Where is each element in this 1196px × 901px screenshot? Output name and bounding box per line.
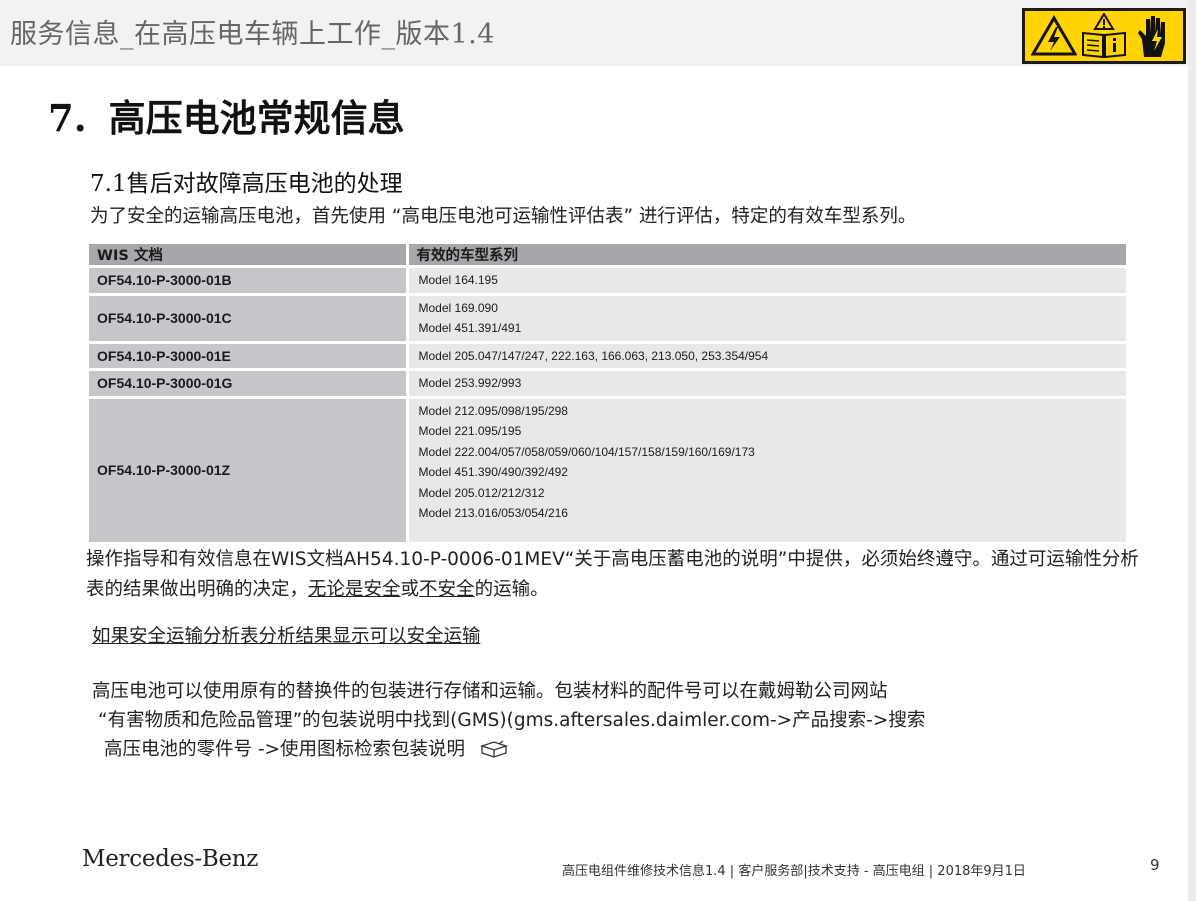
- header-models: 有效的车型系列: [405, 244, 1126, 268]
- subsection-title: 7.1售后对故障高压电池的处理: [90, 164, 403, 198]
- model-list: Model 169.090 Model 451.391/491: [405, 294, 1126, 344]
- page-edge: [1188, 0, 1196, 901]
- high-voltage-warning-icon: [1030, 13, 1078, 59]
- model-line: Model 205.047/147/247, 222.163, 166.063,…: [418, 348, 769, 363]
- safe-transport-heading: 如果安全运输分析表分析结果显示可以安全运输: [92, 626, 481, 647]
- note-safe-underlined: 无论是安全: [308, 579, 401, 600]
- model-line: Model 164.195: [418, 273, 498, 287]
- note-end: 的运输。: [474, 579, 549, 600]
- model-line: Model 253.992/993: [418, 376, 522, 390]
- wis-doc-id: OF54.10-P-3000-01E: [89, 342, 407, 371]
- model-line: Model 221.095/195: [418, 424, 522, 438]
- model-list: Model 253.992/993: [405, 369, 1126, 399]
- page-number: 9: [1150, 856, 1160, 874]
- header-wis-doc: WIS 文档: [89, 244, 407, 268]
- brand-logo-text: Mercedes-Benz: [82, 846, 259, 872]
- intro-text: 为了安全的运输高压电池，首先使用 “高电压电池可运输性评估表” 进行评估，特定的…: [90, 206, 917, 227]
- wis-doc-id: OF54.10-P-3000-01Z: [89, 397, 407, 545]
- footer-info: 高压电组件维修技术信息1.4 | 客户服务部|技术支持 - 高压电组 | 201…: [562, 864, 1026, 879]
- paragraph-line-text: 高压电池的零件号 ->使用图标检索包装说明: [104, 739, 466, 760]
- paragraph-line: 高压电池可以使用原有的替换件的包装进行存储和运输。包装材料的配件号可以在戴姆勒公…: [92, 681, 888, 702]
- section-title-text: 高压电池常规信息: [108, 97, 405, 140]
- section-title: 7. 高压电池常规信息: [48, 88, 405, 142]
- subsection-number: 7.1: [90, 171, 127, 197]
- warning-sign: [1022, 8, 1186, 64]
- section-number: 7.: [48, 96, 87, 140]
- instruction-note: 操作指导和有效信息在WIS文档AH54.10-P-0006-01MEV“关于高电…: [86, 545, 1146, 605]
- table-row: OF54.10-P-3000-01B Model 164.195: [89, 266, 1126, 296]
- wis-model-table: WIS 文档 有效的车型系列 OF54.10-P-3000-01B Model …: [89, 244, 1126, 545]
- model-list: Model 205.047/147/247, 222.163, 166.063,…: [405, 342, 1126, 371]
- wis-doc-id: OF54.10-P-3000-01C: [89, 294, 407, 344]
- model-line: Model 213.016/053/054/216: [418, 506, 568, 520]
- paragraph-line: 高压电池的零件号 ->使用图标检索包装说明: [92, 735, 1152, 764]
- note-or: 或: [400, 579, 420, 600]
- read-manual-icon: [1080, 13, 1128, 59]
- wis-doc-id: OF54.10-P-3000-01B: [89, 266, 407, 296]
- document-title: 服务信息_在高压电车辆上工作_版本1.4: [10, 19, 495, 50]
- table-row: OF54.10-P-3000-01G Model 253.992/993: [89, 369, 1126, 399]
- table-row: OF54.10-P-3000-01E Model 205.047/147/247…: [89, 342, 1126, 371]
- model-line: Model 451.390/490/392/492: [418, 465, 568, 479]
- model-line: Model 222.004/057/058/059/060/104/157/15…: [418, 444, 755, 459]
- model-list: Model 164.195: [405, 266, 1126, 296]
- packaging-paragraph: 高压电池可以使用原有的替换件的包装进行存储和运输。包装材料的配件号可以在戴姆勒公…: [92, 677, 1152, 764]
- table-header-row: WIS 文档 有效的车型系列: [89, 244, 1126, 268]
- paragraph-line: “有害物质和危险品管理”的包装说明中找到(GMS)(gms.aftersales…: [98, 710, 926, 731]
- model-line: Model 451.391/491: [418, 321, 522, 335]
- model-line: Model 205.012/212/312: [418, 485, 545, 500]
- subsection-title-text: 售后对故障高压电池的处理: [126, 171, 403, 197]
- package-box-icon: [479, 738, 509, 758]
- table-row: OF54.10-P-3000-01Z Model 212.095/098/195…: [89, 397, 1126, 545]
- note-unsafe-underlined: 不安全: [419, 579, 475, 600]
- wis-doc-id: OF54.10-P-3000-01G: [89, 369, 407, 399]
- model-list: Model 212.095/098/195/298 Model 221.095/…: [405, 397, 1126, 545]
- header-bar: 服务信息_在高压电车辆上工作_版本1.4: [0, 0, 1196, 66]
- model-line: Model 212.095/098/195/298: [418, 403, 568, 418]
- model-line: Model 169.090: [418, 300, 498, 315]
- no-touch-hand-icon: [1130, 13, 1178, 59]
- table-row: OF54.10-P-3000-01C Model 169.090 Model 4…: [89, 294, 1126, 344]
- note-text: 操作指导和有效信息在WIS文档AH54.10-P-0006-01MEV“关于高电…: [86, 549, 1139, 600]
